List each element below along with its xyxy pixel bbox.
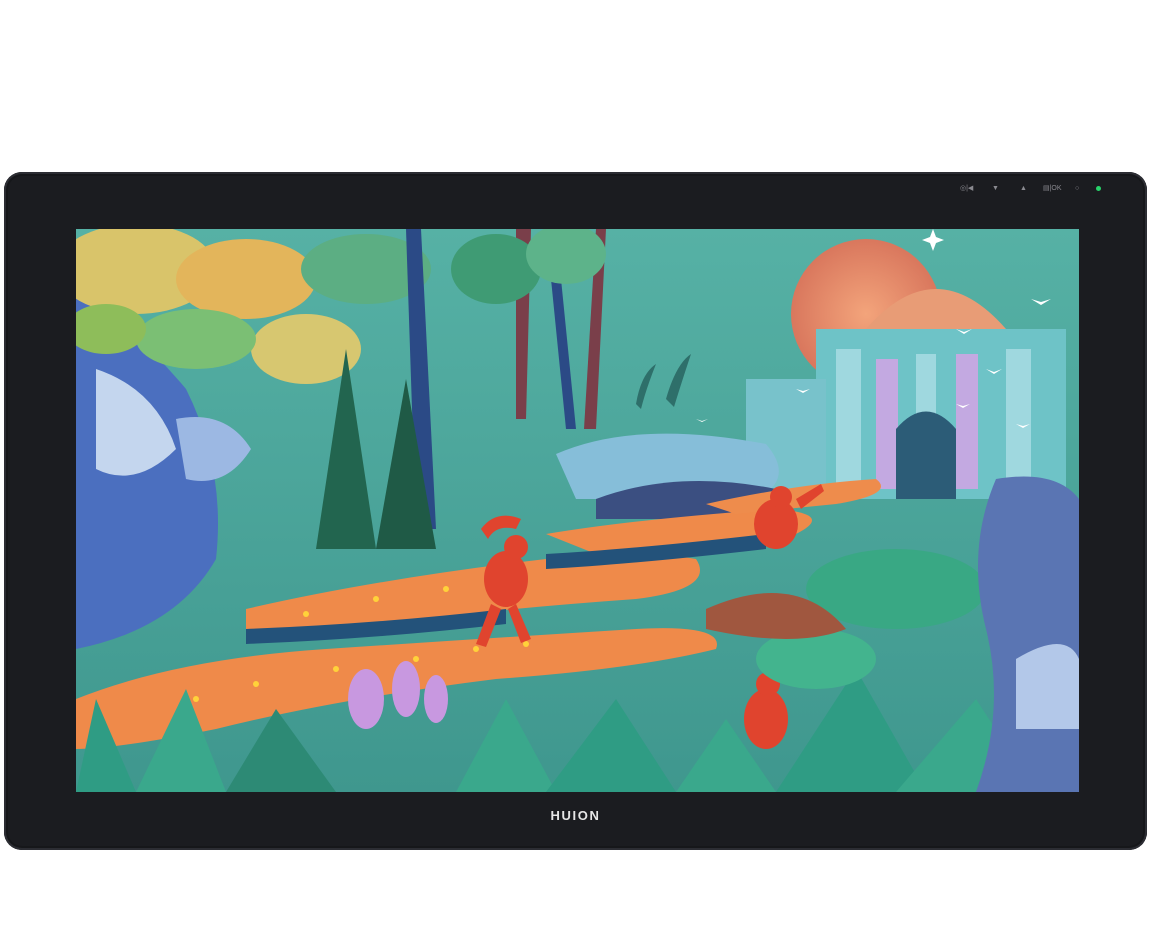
display-screen (76, 229, 1079, 792)
fantasy-jungle-artwork (76, 229, 1079, 792)
power-led-indicator (1096, 186, 1101, 191)
down-button[interactable]: ▼ (992, 184, 999, 194)
power-button[interactable]: ○ (1075, 184, 1079, 194)
control-button-strip: ◎|◀ ▼ ▲ ▤|OK ○ (954, 184, 1104, 194)
pen-display-tablet: ◎|◀ ▼ ▲ ▤|OK ○ HUION (4, 172, 1147, 850)
menu-back-button[interactable]: ◎|◀ (960, 184, 973, 194)
input-ok-button[interactable]: ▤|OK (1043, 184, 1062, 194)
up-button[interactable]: ▲ (1020, 184, 1027, 194)
huion-logo: HUION (550, 808, 601, 823)
right-rock-cliff (976, 476, 1079, 792)
